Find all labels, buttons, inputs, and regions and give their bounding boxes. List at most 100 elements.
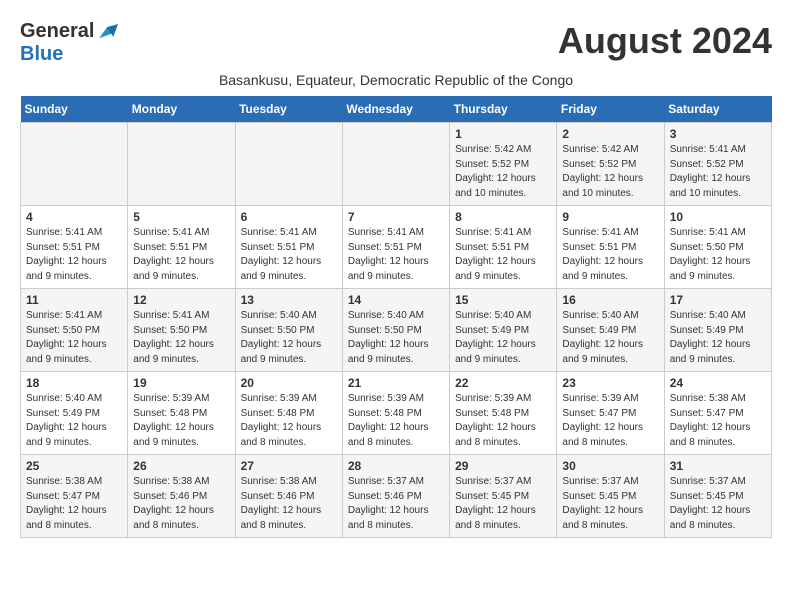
calendar-cell: 30Sunrise: 5:37 AM Sunset: 5:45 PM Dayli… (557, 455, 664, 538)
calendar-cell: 9 Sunrise: 5:41 AM Sunset: 5:51 PM Daylig… (557, 206, 664, 289)
day-number: 21 (348, 376, 444, 390)
day-info: Sunrise: 5:42 AM Sunset: 5:52 PM Dayligh… (562, 143, 658, 201)
day-number: 10 (670, 210, 766, 224)
calendar-cell (128, 123, 235, 206)
calendar-cell: 28 Sunrise: 5:37 AM Sunset: 5:46 PM Dayli… (342, 455, 449, 538)
calendar-week-row: 11 Sunrise: 5:41 AM Sunset: 5:50 PM Dayli… (21, 289, 772, 372)
day-info: Sunrise: 5:42 AM Sunset: 5:52 PM Dayligh… (455, 143, 551, 201)
day-number: 11 (26, 293, 122, 307)
day-info: Sunrise: 5:37 AM Sunset: 5:46 PM Dayligh… (348, 475, 444, 533)
calendar-cell (21, 123, 128, 206)
day-number: 4 (26, 210, 122, 224)
logo-bird-icon (96, 22, 118, 42)
calendar-cell (342, 123, 449, 206)
day-number: 1 (455, 127, 551, 141)
page-header: General Blue August 2024 (20, 20, 772, 66)
day-number: 28 (348, 459, 444, 473)
day-number: 19 (133, 376, 229, 390)
title-section: August 2024 (558, 20, 772, 62)
day-info: Sunrise: 5:37 AM Sunset: 5:45 PM Dayligh… (455, 475, 551, 533)
day-number: 16 (562, 293, 658, 307)
calendar-week-row: 18 Sunrise: 5:40 AM Sunset: 5:49 PM Dayli… (21, 372, 772, 455)
weekday-header-tuesday: Tuesday (235, 96, 342, 123)
calendar-cell: 17 Sunrise: 5:40 AM Sunset: 5:49 PM Dayli… (664, 289, 771, 372)
day-number: 5 (133, 210, 229, 224)
day-number: 17 (670, 293, 766, 307)
calendar-week-row: 4 Sunrise: 5:41 AM Sunset: 5:51 PM Daylig… (21, 206, 772, 289)
day-number: 22 (455, 376, 551, 390)
day-info: Sunrise: 5:38 AM Sunset: 5:46 PM Dayligh… (241, 475, 337, 533)
day-number: 15 (455, 293, 551, 307)
calendar-cell: 11 Sunrise: 5:41 AM Sunset: 5:50 PM Dayli… (21, 289, 128, 372)
day-number: 26 (133, 459, 229, 473)
calendar-table: SundayMondayTuesdayWednesdayThursdayFrid… (20, 96, 772, 538)
calendar-cell: 7 Sunrise: 5:41 AM Sunset: 5:51 PM Daylig… (342, 206, 449, 289)
day-number: 7 (348, 210, 444, 224)
calendar-header-row: SundayMondayTuesdayWednesdayThursdayFrid… (21, 96, 772, 123)
day-info: Sunrise: 5:41 AM Sunset: 5:50 PM Dayligh… (133, 309, 229, 367)
calendar-cell: 14Sunrise: 5:40 AM Sunset: 5:50 PM Dayli… (342, 289, 449, 372)
day-number: 20 (241, 376, 337, 390)
day-number: 27 (241, 459, 337, 473)
day-number: 9 (562, 210, 658, 224)
day-info: Sunrise: 5:41 AM Sunset: 5:52 PM Dayligh… (670, 143, 766, 201)
calendar-cell: 19 Sunrise: 5:39 AM Sunset: 5:48 PM Dayli… (128, 372, 235, 455)
calendar-cell: 2 Sunrise: 5:42 AM Sunset: 5:52 PM Daylig… (557, 123, 664, 206)
calendar-cell: 12 Sunrise: 5:41 AM Sunset: 5:50 PM Dayli… (128, 289, 235, 372)
calendar-cell: 5 Sunrise: 5:41 AM Sunset: 5:51 PM Daylig… (128, 206, 235, 289)
day-number: 23 (562, 376, 658, 390)
calendar-cell: 29 Sunrise: 5:37 AM Sunset: 5:45 PM Dayli… (450, 455, 557, 538)
calendar-cell: 6Sunrise: 5:41 AM Sunset: 5:51 PM Daylig… (235, 206, 342, 289)
day-number: 31 (670, 459, 766, 473)
day-info: Sunrise: 5:37 AM Sunset: 5:45 PM Dayligh… (670, 475, 766, 533)
day-info: Sunrise: 5:40 AM Sunset: 5:49 PM Dayligh… (26, 392, 122, 450)
calendar-cell: 23 Sunrise: 5:39 AM Sunset: 5:47 PM Dayli… (557, 372, 664, 455)
day-number: 12 (133, 293, 229, 307)
day-info: Sunrise: 5:38 AM Sunset: 5:47 PM Dayligh… (26, 475, 122, 533)
day-info: Sunrise: 5:41 AM Sunset: 5:50 PM Dayligh… (670, 226, 766, 284)
calendar-cell: 15Sunrise: 5:40 AM Sunset: 5:49 PM Dayli… (450, 289, 557, 372)
calendar-cell: 25 Sunrise: 5:38 AM Sunset: 5:47 PM Dayli… (21, 455, 128, 538)
day-info: Sunrise: 5:41 AM Sunset: 5:51 PM Dayligh… (562, 226, 658, 284)
day-number: 29 (455, 459, 551, 473)
day-info: Sunrise: 5:41 AM Sunset: 5:51 PM Dayligh… (133, 226, 229, 284)
logo-blue: Blue (20, 43, 63, 65)
day-info: Sunrise: 5:39 AM Sunset: 5:47 PM Dayligh… (562, 392, 658, 450)
weekday-header-saturday: Saturday (664, 96, 771, 123)
day-number: 24 (670, 376, 766, 390)
subtitle: Basankusu, Equateur, Democratic Republic… (20, 72, 772, 88)
day-number: 2 (562, 127, 658, 141)
calendar-week-row: 25 Sunrise: 5:38 AM Sunset: 5:47 PM Dayli… (21, 455, 772, 538)
calendar-cell: 13Sunrise: 5:40 AM Sunset: 5:50 PM Dayli… (235, 289, 342, 372)
calendar-cell: 8Sunrise: 5:41 AM Sunset: 5:51 PM Daylig… (450, 206, 557, 289)
day-info: Sunrise: 5:39 AM Sunset: 5:48 PM Dayligh… (241, 392, 337, 450)
calendar-cell: 26Sunrise: 5:38 AM Sunset: 5:46 PM Dayli… (128, 455, 235, 538)
calendar-cell (235, 123, 342, 206)
calendar-cell: 4 Sunrise: 5:41 AM Sunset: 5:51 PM Daylig… (21, 206, 128, 289)
day-info: Sunrise: 5:41 AM Sunset: 5:51 PM Dayligh… (348, 226, 444, 284)
calendar-cell: 1 Sunrise: 5:42 AM Sunset: 5:52 PM Daylig… (450, 123, 557, 206)
calendar-cell: 3Sunrise: 5:41 AM Sunset: 5:52 PM Daylig… (664, 123, 771, 206)
day-info: Sunrise: 5:38 AM Sunset: 5:47 PM Dayligh… (670, 392, 766, 450)
weekday-header-friday: Friday (557, 96, 664, 123)
calendar-cell: 21Sunrise: 5:39 AM Sunset: 5:48 PM Dayli… (342, 372, 449, 455)
day-info: Sunrise: 5:41 AM Sunset: 5:51 PM Dayligh… (241, 226, 337, 284)
day-info: Sunrise: 5:40 AM Sunset: 5:49 PM Dayligh… (670, 309, 766, 367)
day-info: Sunrise: 5:39 AM Sunset: 5:48 PM Dayligh… (133, 392, 229, 450)
calendar-cell: 27 Sunrise: 5:38 AM Sunset: 5:46 PM Dayli… (235, 455, 342, 538)
calendar-cell: 10 Sunrise: 5:41 AM Sunset: 5:50 PM Dayli… (664, 206, 771, 289)
day-info: Sunrise: 5:41 AM Sunset: 5:50 PM Dayligh… (26, 309, 122, 367)
day-info: Sunrise: 5:39 AM Sunset: 5:48 PM Dayligh… (455, 392, 551, 450)
day-info: Sunrise: 5:41 AM Sunset: 5:51 PM Dayligh… (26, 226, 122, 284)
weekday-header-wednesday: Wednesday (342, 96, 449, 123)
calendar-cell: 31 Sunrise: 5:37 AM Sunset: 5:45 PM Dayli… (664, 455, 771, 538)
day-number: 18 (26, 376, 122, 390)
day-info: Sunrise: 5:37 AM Sunset: 5:45 PM Dayligh… (562, 475, 658, 533)
day-number: 25 (26, 459, 122, 473)
weekday-header-thursday: Thursday (450, 96, 557, 123)
weekday-header-monday: Monday (128, 96, 235, 123)
calendar-cell: 18 Sunrise: 5:40 AM Sunset: 5:49 PM Dayli… (21, 372, 128, 455)
main-title: August 2024 (558, 20, 772, 62)
calendar-cell: 20 Sunrise: 5:39 AM Sunset: 5:48 PM Dayli… (235, 372, 342, 455)
logo: General Blue (20, 20, 118, 66)
